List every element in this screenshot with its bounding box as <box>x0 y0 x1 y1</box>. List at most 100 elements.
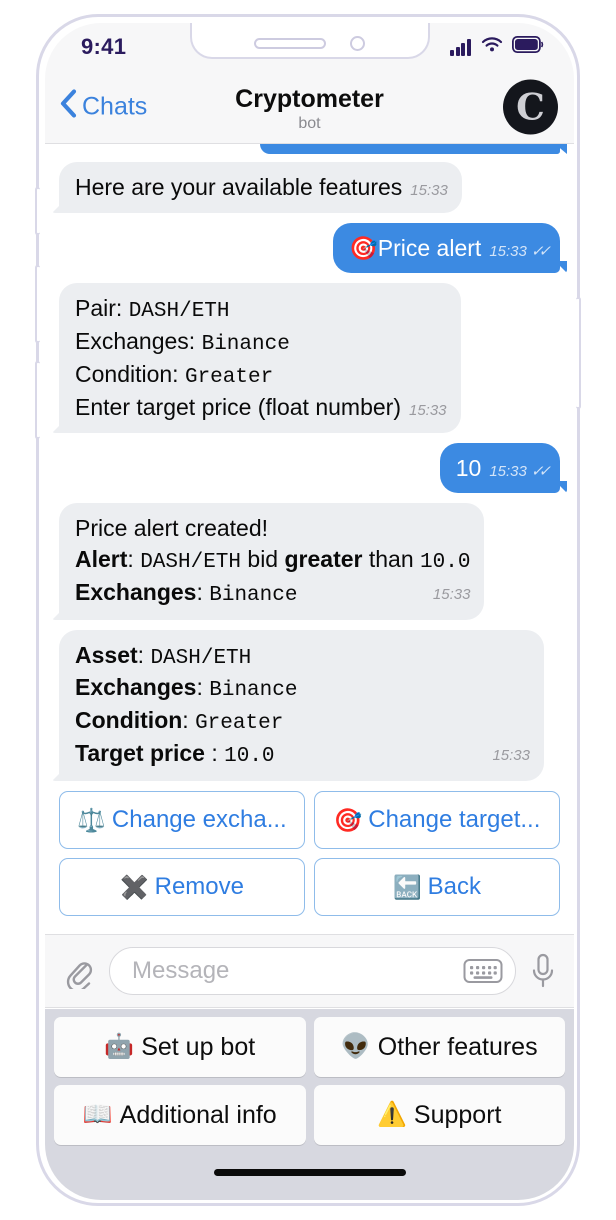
volume-up-button[interactable] <box>35 265 40 343</box>
message-row: Asset: DASH/ETH Exchanges: Binance Condi… <box>59 630 560 782</box>
other-features-button[interactable]: 👽 Other features <box>314 1017 566 1077</box>
support-button[interactable]: ⚠️ Support <box>314 1085 566 1145</box>
power-button[interactable] <box>576 297 581 409</box>
message-input-bar: Message <box>45 934 574 1008</box>
message-time: 15:33 <box>492 746 530 766</box>
back-to-chats-button[interactable]: Chats <box>59 89 147 126</box>
back-label: Chats <box>82 93 147 122</box>
remove-button[interactable]: ✖️ Remove <box>59 858 305 916</box>
field-sep: : <box>196 579 209 605</box>
message-line: Pair: DASH/ETH <box>75 293 447 326</box>
message-line: Alert: DASH/ETH bid greater than 10.0 <box>75 544 470 577</box>
field-label: Enter target price (float number) <box>75 394 401 420</box>
search-input-wrapper[interactable]: Message <box>109 947 516 995</box>
message-bubble-partial <box>260 144 560 154</box>
message-input-placeholder: Message <box>132 957 463 985</box>
volume-down-button[interactable] <box>35 361 40 439</box>
button-label: Back <box>428 873 481 901</box>
wifi-icon <box>480 36 504 59</box>
battery-icon <box>512 36 544 58</box>
message-bubble-incoming[interactable]: Asset: DASH/ETH Exchanges: Binance Condi… <box>59 630 544 782</box>
message-line: Condition: Greater <box>75 705 530 738</box>
button-label: Remove <box>155 873 244 901</box>
field-sep: : <box>211 740 224 766</box>
message-time: 15:33 <box>489 242 527 262</box>
message-line: Exchanges: Binance <box>75 326 447 359</box>
back-arrow-icon: 🔙 <box>393 876 422 899</box>
button-label: Other features <box>378 1033 538 1062</box>
alien-icon: 👽 <box>341 1035 371 1059</box>
field-value: DASH/ETH <box>150 647 251 670</box>
message-line: 15:33Target price : 10.0 <box>75 738 530 771</box>
home-indicator[interactable] <box>214 1169 406 1176</box>
change-exchanges-button[interactable]: ⚖️ Change excha... <box>59 791 305 849</box>
field-condition: greater <box>285 546 363 572</box>
message-time: 15:33 <box>409 401 447 421</box>
message-bubble-outgoing[interactable]: 10 15:33✓✓ <box>440 443 560 494</box>
message-text: Price alert <box>378 235 482 261</box>
status-bar-time: 9:41 <box>81 34 126 60</box>
field-value: Greater <box>195 712 283 735</box>
read-receipt-icon: ✓✓ <box>531 242 546 262</box>
phone-frame: 9:41 Chat <box>36 14 580 1206</box>
phone-notch <box>190 23 430 59</box>
message-time: 15:33 <box>489 462 527 482</box>
message-bubble-incoming[interactable]: Price alert created! Alert: DASH/ETH bid… <box>59 503 484 619</box>
target-icon: 🎯 <box>349 235 378 261</box>
back-button[interactable]: 🔙 Back <box>314 858 560 916</box>
field-label: Condition <box>75 707 182 733</box>
message-list[interactable]: Here are your available features15:33 🎯P… <box>45 144 574 934</box>
chat-title-block[interactable]: Cryptometer bot <box>180 85 440 133</box>
inline-keyboard-row: ✖️ Remove 🔙 Back <box>59 858 560 916</box>
message-bubble-incoming[interactable]: Pair: DASH/ETH Exchanges: Binance Condit… <box>59 283 461 432</box>
button-label: Change excha... <box>112 806 287 834</box>
field-value: Binance <box>209 584 297 607</box>
message-text: 10 <box>456 455 482 481</box>
custom-keyboard-row: 🤖 Set up bot 👽 Other features <box>54 1017 565 1077</box>
message-row: 10 15:33✓✓ <box>59 443 560 494</box>
field-value: DASH/ETH <box>129 300 230 323</box>
target-icon: 🎯 <box>334 809 363 832</box>
robot-icon: 🤖 <box>104 1035 134 1059</box>
cellular-signal-icon <box>450 38 472 56</box>
paperclip-icon[interactable] <box>61 953 97 989</box>
cross-mark-icon: ✖️ <box>120 876 149 899</box>
message-row: Pair: DASH/ETH Exchanges: Binance Condit… <box>59 283 560 432</box>
message-line: Enter target price (float number) 15:33 <box>75 392 447 423</box>
button-label: Support <box>414 1101 502 1130</box>
inline-keyboard-row: ⚖️ Change excha... 🎯 Change target... <box>59 791 560 849</box>
avatar-letter: C <box>516 89 545 125</box>
open-book-icon: 📖 <box>83 1103 113 1127</box>
field-value: 10.0 <box>420 551 470 574</box>
scales-icon: ⚖️ <box>77 809 106 832</box>
field-value: Greater <box>185 366 273 389</box>
message-row: Price alert created! Alert: DASH/ETH bid… <box>59 503 560 619</box>
keyboard-icon[interactable] <box>463 956 503 986</box>
page-title: Cryptometer <box>180 85 440 113</box>
custom-keyboard-row: 📖 Additional info ⚠️ Support <box>54 1085 565 1145</box>
additional-info-button[interactable]: 📖 Additional info <box>54 1085 306 1145</box>
message-bubble-incoming[interactable]: Here are your available features15:33 <box>59 162 462 213</box>
field-label: Exchanges: <box>75 328 202 354</box>
microphone-icon[interactable] <box>528 952 558 990</box>
message-time: 15:33 <box>410 181 448 201</box>
message-row: Here are your available features15:33 <box>59 162 560 213</box>
mute-switch-button[interactable] <box>35 187 40 235</box>
change-target-button[interactable]: 🎯 Change target... <box>314 791 560 849</box>
message-title: Price alert created! <box>75 513 470 544</box>
message-line: Asset: DASH/ETH <box>75 640 530 673</box>
field-label: Asset <box>75 642 138 668</box>
field-label: Pair: <box>75 295 129 321</box>
field-sep: : <box>196 674 209 700</box>
set-up-bot-button[interactable]: 🤖 Set up bot <box>54 1017 306 1077</box>
avatar[interactable]: C <box>503 80 558 135</box>
field-label: Exchanges <box>75 674 196 700</box>
message-bubble-outgoing[interactable]: 🎯Price alert 15:33✓✓ <box>333 223 560 274</box>
warning-sign-icon: ⚠️ <box>377 1103 407 1127</box>
field-label: Condition: <box>75 361 185 387</box>
status-bar-icons <box>450 36 544 59</box>
inline-keyboard: ⚖️ Change excha... 🎯 Change target... ✖️… <box>59 791 560 916</box>
button-label: Change target... <box>368 806 540 834</box>
read-receipt-icon: ✓✓ <box>531 462 546 482</box>
field-value: DASH/ETH <box>140 551 241 574</box>
